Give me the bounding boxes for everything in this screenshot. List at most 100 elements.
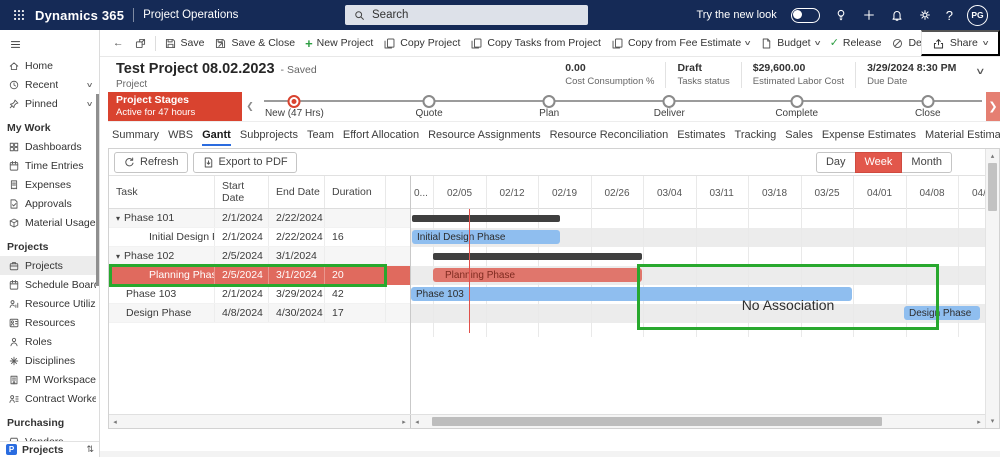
waffle-menu-icon[interactable]: [12, 8, 26, 22]
task-bar-initial-design-phase[interactable]: Initial Design Phase: [412, 230, 560, 244]
back-button[interactable]: ←: [108, 32, 129, 55]
end-date-cell: 4/30/2024: [269, 304, 325, 322]
app-name[interactable]: Project Operations: [143, 9, 238, 21]
sidebar-item-schedule-board[interactable]: Schedule Board: [0, 275, 99, 294]
sidebar-item-disciplines[interactable]: Disciplines: [0, 351, 99, 370]
tab-label: Summary: [112, 129, 160, 141]
sidebar-item-roles[interactable]: Roles: [0, 332, 99, 351]
tab-gantt[interactable]: Gantt: [202, 122, 231, 148]
column-header-start-date[interactable]: Start Date: [215, 176, 269, 208]
scroll-up-icon[interactable]: ▴: [986, 150, 999, 162]
sidebar-item-contract-workers[interactable]: Contract Workers: [0, 389, 99, 408]
summary-bar-phase-101[interactable]: [412, 215, 560, 222]
scroll-down-icon[interactable]: ▾: [986, 415, 999, 427]
stage-collapse-chevron-icon[interactable]: ❮: [242, 92, 258, 121]
tab-subprojects[interactable]: Subprojects: [240, 122, 298, 148]
stage-circle-quote[interactable]: [422, 94, 436, 108]
sidebar-scrollbar[interactable]: [96, 94, 99, 286]
release-button[interactable]: ✓ Release: [825, 32, 887, 55]
sidebar-item-label: Time Entries: [25, 159, 84, 172]
task-bar-planning-phase[interactable]: Planning Phase: [433, 268, 642, 282]
sidebar-item-resources[interactable]: Resources: [0, 313, 99, 332]
gear-icon[interactable]: [918, 8, 932, 22]
scroll-left-icon[interactable]: ◂: [109, 415, 121, 428]
refresh-button[interactable]: Refresh: [114, 151, 188, 173]
stage-circle-complete[interactable]: [790, 94, 804, 108]
chart-horizontal-scrollbar[interactable]: ◂ ▸: [411, 415, 985, 428]
popout-button[interactable]: [129, 32, 152, 55]
sidebar-item-projects[interactable]: Projects: [0, 256, 99, 275]
column-header-duration[interactable]: Duration: [325, 176, 386, 208]
caret-down-icon[interactable]: ▾: [116, 214, 120, 223]
tab-summary[interactable]: Summary: [112, 122, 159, 148]
lightbulb-icon[interactable]: [834, 8, 848, 22]
sidebar-item-dashboards[interactable]: Dashboards: [0, 137, 99, 156]
collapse-header-chevron-icon[interactable]: ∨: [975, 66, 986, 92]
table-row[interactable]: Phase 103 2/1/2024 3/29/2024 42: [109, 285, 410, 304]
tab-wbs[interactable]: WBS: [168, 122, 193, 148]
global-search-input[interactable]: Search: [345, 5, 588, 25]
table-row[interactable]: Initial Design Phase2/1/20242/22/202416: [109, 228, 410, 247]
copy-tasks-from-project-button[interactable]: Copy Tasks from Project: [465, 32, 606, 55]
sidebar-item-material-usage[interactable]: Material Usage: [0, 213, 99, 232]
bell-icon[interactable]: [890, 8, 904, 22]
tab-resource-reconciliation[interactable]: Resource Reconciliation: [550, 122, 669, 148]
sidebar-item-expenses[interactable]: Expenses: [0, 175, 99, 194]
sidebar-item-home[interactable]: Home: [0, 56, 99, 75]
stage-circle-new[interactable]: [287, 94, 301, 108]
gantt-chart: 0... 02/05 02/12 02/19 02/26 03/04 03/11 03/18 0…: [411, 176, 999, 414]
stage-circle-deliver[interactable]: [662, 94, 676, 108]
scroll-left-icon[interactable]: ◂: [411, 415, 423, 428]
user-avatar[interactable]: PG: [967, 4, 988, 26]
tab-tracking[interactable]: Tracking: [735, 122, 777, 148]
tab-estimates[interactable]: Estimates: [677, 122, 725, 148]
new-look-toggle[interactable]: [790, 7, 820, 23]
scroll-right-icon[interactable]: ▸: [973, 415, 985, 428]
chart-vertical-scrollbar[interactable]: ▴ ▾: [985, 149, 999, 428]
copy-from-fee-estimate-button[interactable]: Copy from Fee Estimate ∨: [606, 32, 755, 55]
scroll-right-icon[interactable]: ▸: [398, 415, 410, 428]
stage-next-chevron[interactable]: ❯: [986, 92, 1000, 121]
scrollbar-thumb[interactable]: [988, 163, 997, 211]
area-switcher[interactable]: P Projects ⇅: [0, 441, 99, 457]
save-button[interactable]: Save: [159, 32, 210, 55]
zoom-month-button[interactable]: Month: [901, 151, 952, 173]
column-header-end-date[interactable]: End Date: [269, 176, 325, 208]
tab-expense-estimates[interactable]: Expense Estimates: [822, 122, 916, 148]
table-row[interactable]: Planning Phase2/5/20243/1/202420: [109, 266, 410, 285]
help-icon[interactable]: ?: [946, 8, 953, 23]
summary-bar-phase-102[interactable]: [433, 253, 642, 260]
timeline-label: 04/01: [867, 188, 893, 199]
table-row[interactable]: ▾ Phase 102 2/5/2024 3/1/2024: [109, 247, 410, 266]
caret-down-icon[interactable]: ▾: [116, 252, 120, 261]
table-row[interactable]: ▾ Phase 101 2/1/2024 2/22/2024: [109, 209, 410, 228]
stage-circle-close[interactable]: [921, 94, 935, 108]
budget-button[interactable]: Budget ∨: [755, 32, 824, 55]
sidebar-item-approvals[interactable]: Approvals: [0, 194, 99, 213]
zoom-day-button[interactable]: Day: [815, 151, 856, 173]
sidebar-item-resource-utilization[interactable]: Resource Utilization: [0, 294, 99, 313]
sidebar-item-pm-workspace[interactable]: PM Workspace: [0, 370, 99, 389]
brand-title: Dynamics 365: [35, 7, 125, 23]
hamburger-menu-icon[interactable]: [0, 30, 22, 56]
sidebar-item-time-entries[interactable]: Time Entries: [0, 156, 99, 175]
tab-resource-assignments[interactable]: Resource Assignments: [428, 122, 541, 148]
export-pdf-button[interactable]: Export to PDF: [192, 151, 297, 173]
column-header-task[interactable]: Task: [109, 176, 215, 208]
stage-circle-plan[interactable]: [542, 94, 556, 108]
zoom-week-button[interactable]: Week: [854, 151, 903, 173]
sidebar-item-recent[interactable]: Recent ∨: [0, 75, 99, 94]
table-horizontal-scrollbar[interactable]: ◂ ▸: [109, 415, 411, 428]
tab-sales[interactable]: Sales: [785, 122, 813, 148]
tab-team[interactable]: Team: [307, 122, 334, 148]
tab-effort-allocation[interactable]: Effort Allocation: [343, 122, 419, 148]
save-and-close-button[interactable]: Save & Close: [209, 32, 300, 55]
sidebar-item-pinned[interactable]: Pinned ∨: [0, 94, 99, 113]
plus-icon[interactable]: [862, 8, 876, 22]
copy-project-button[interactable]: Copy Project: [378, 32, 465, 55]
tab-material-estimates[interactable]: Material Estimates: [925, 122, 1000, 148]
new-project-button[interactable]: + New Project: [300, 32, 378, 55]
table-row[interactable]: Design Phase 4/8/2024 4/30/2024 17: [109, 304, 410, 323]
scrollbar-thumb[interactable]: [432, 417, 882, 426]
share-button[interactable]: Share ∨: [920, 30, 1000, 56]
